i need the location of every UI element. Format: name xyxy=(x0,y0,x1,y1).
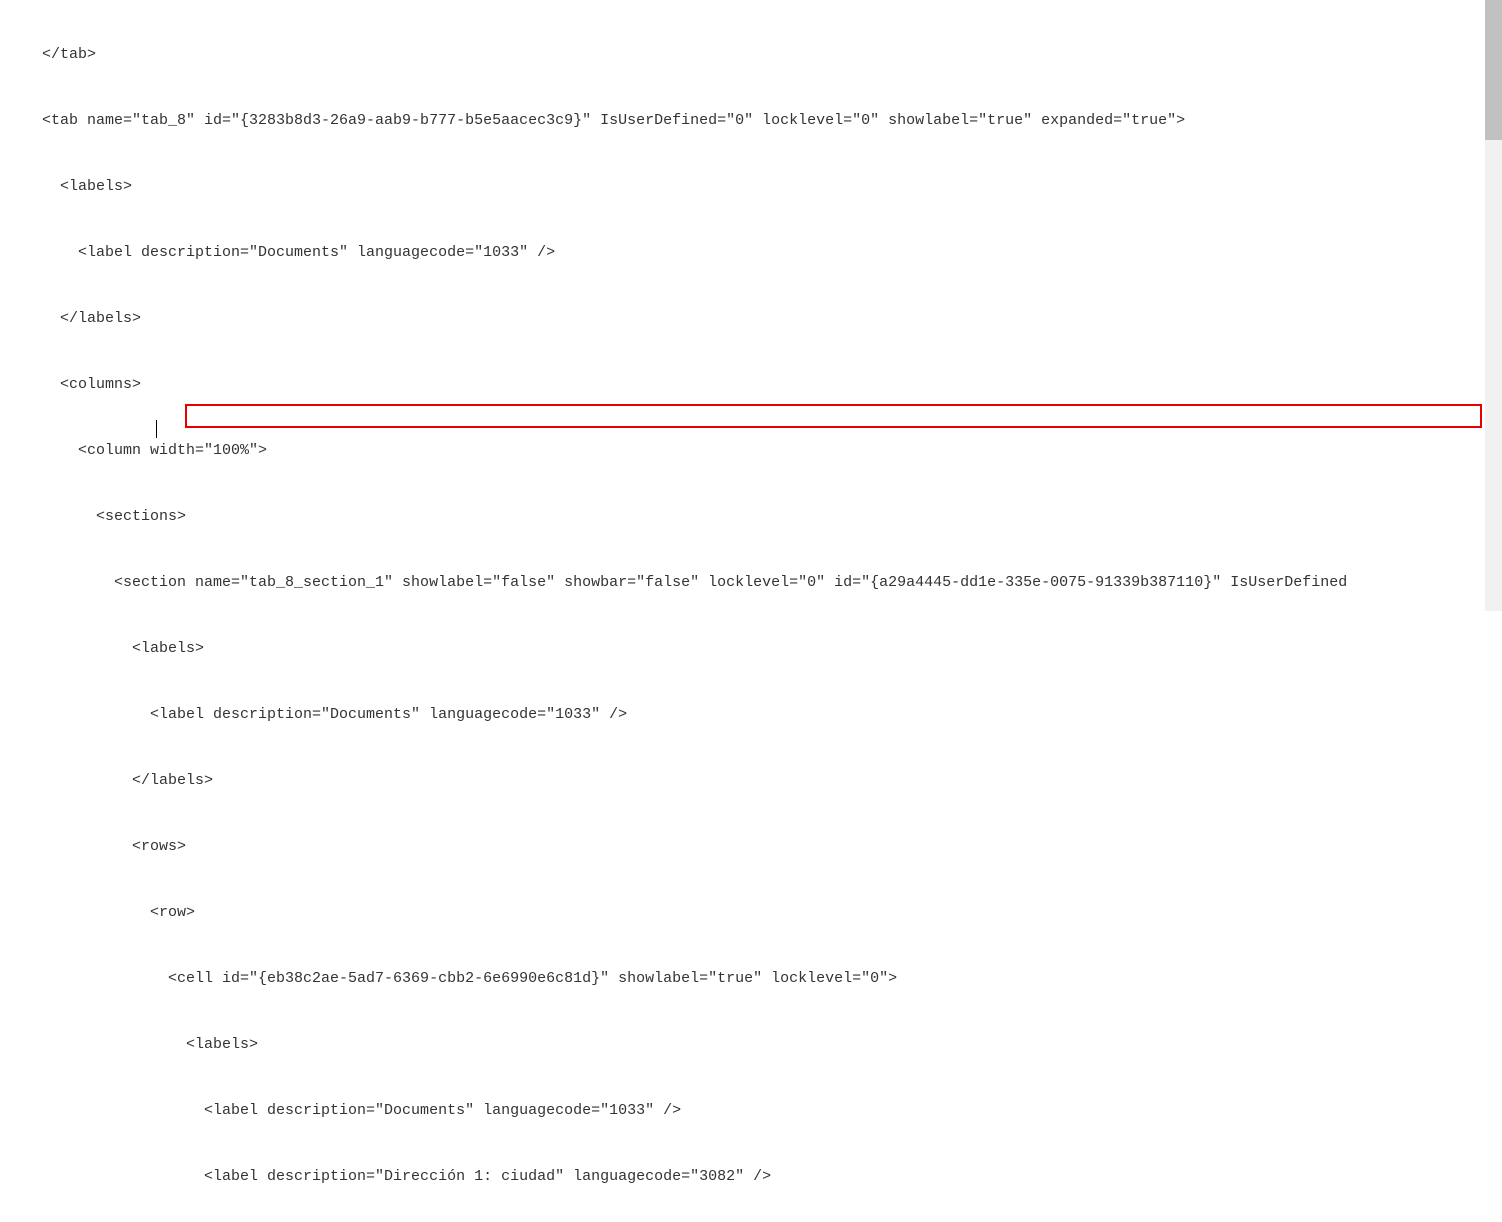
code-line[interactable]: <label description="Dirección 1: ciudad"… xyxy=(42,1166,1502,1188)
code-line[interactable]: <columns> xyxy=(42,374,1502,396)
code-line[interactable]: <labels> xyxy=(42,176,1502,198)
text-cursor xyxy=(156,420,157,438)
code-line[interactable]: <rows> xyxy=(42,836,1502,858)
vertical-scrollbar-thumb[interactable] xyxy=(1485,0,1502,140)
code-line[interactable]: <column width="100%"> xyxy=(42,440,1502,462)
vertical-scrollbar-track[interactable] xyxy=(1485,0,1502,611)
code-line[interactable]: <sections> xyxy=(42,506,1502,528)
code-line[interactable]: <cell id="{eb38c2ae-5ad7-6369-cbb2-6e699… xyxy=(42,968,1502,990)
code-line[interactable]: <label description="Documents" languagec… xyxy=(42,704,1502,726)
code-line[interactable]: </labels> xyxy=(42,770,1502,792)
code-line[interactable]: <labels> xyxy=(42,638,1502,660)
code-line[interactable]: <labels> xyxy=(42,1034,1502,1056)
code-line[interactable]: </tab> xyxy=(42,44,1502,66)
xml-code-block[interactable]: </tab> <tab name="tab_8" id="{3283b8d3-2… xyxy=(0,0,1502,1222)
code-line[interactable]: <tab name="tab_8" id="{3283b8d3-26a9-aab… xyxy=(42,110,1502,132)
code-line[interactable]: <section name="tab_8_section_1" showlabe… xyxy=(42,572,1502,594)
code-line[interactable]: </labels> xyxy=(42,308,1502,330)
code-line[interactable]: <label description="Documents" languagec… xyxy=(42,242,1502,264)
code-line[interactable]: <label description="Documents" languagec… xyxy=(42,1100,1502,1122)
code-line[interactable]: <row> xyxy=(42,902,1502,924)
